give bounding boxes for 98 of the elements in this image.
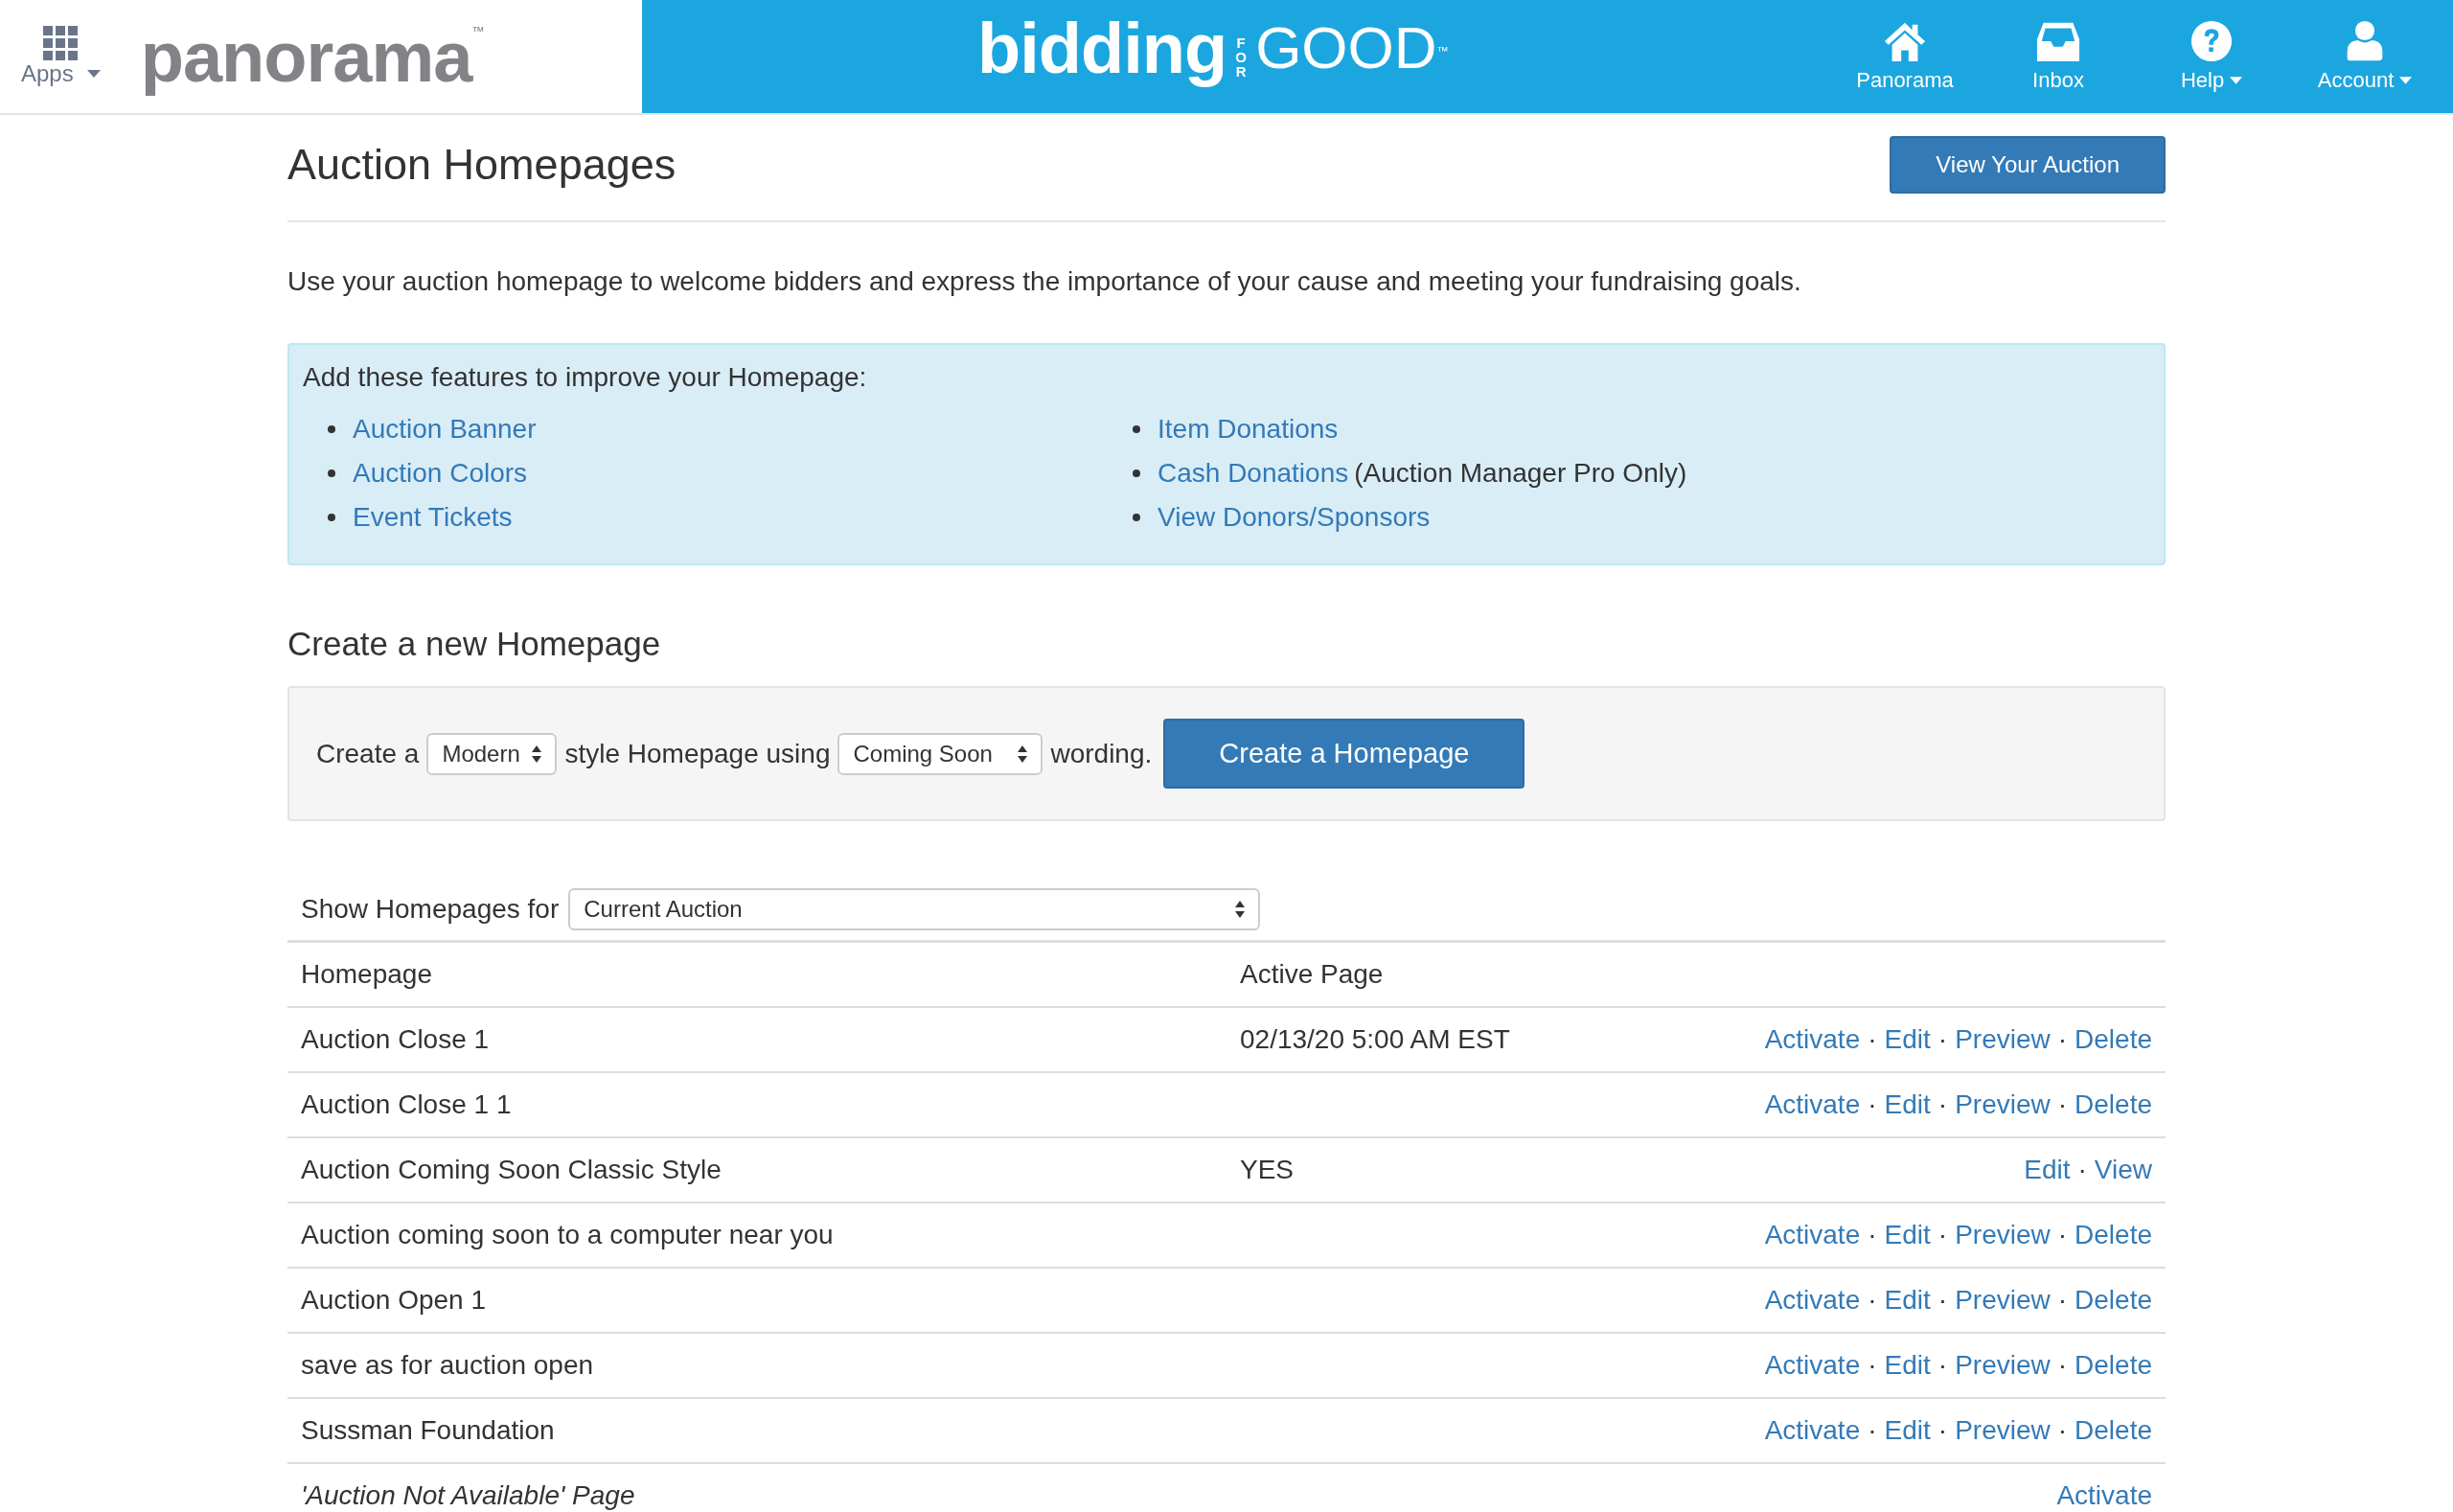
separator: · [2057,1024,2068,1055]
active-page-value: 02/13/20 5:00 AM EST [1240,1024,1511,1055]
features-heading: Add these features to improve your Homepage: [303,362,868,393]
action-link[interactable]: Activate [1764,1285,1861,1316]
feature-link[interactable]: Auction Colors [353,458,528,488]
action-link[interactable]: Delete [2075,1089,2152,1120]
up-down-arrows-icon [1235,901,1246,918]
action-link[interactable]: Preview [1955,1415,2051,1446]
action-link[interactable]: Edit [1884,1285,1931,1316]
panorama-logo: panorama$^{™}$ [140,15,484,98]
separator: · [1868,1350,1877,1381]
separator: · [1868,1024,1877,1055]
action-link[interactable]: Preview [1955,1285,2051,1316]
separator: · [1868,1089,1877,1120]
action-link[interactable]: Delete [2075,1350,2152,1381]
section-heading: Create a new Homepage [287,625,662,663]
action-link[interactable]: View [2094,1155,2152,1185]
homepage-name: Auction Coming Soon Classic Style [301,1155,722,1185]
feature-link[interactable]: Auction Banner [353,414,537,444]
nav-item[interactable]: Panorama [1828,20,1982,93]
help-icon [2189,20,2234,62]
separator: · [1937,1285,1948,1316]
intro-text: Use your auction homepage to welcome bidders and express the importance of your cause and meeting your fundraising goals. [287,266,1802,297]
page-title: Auction Homepages [287,140,676,190]
caret-icon [86,70,101,78]
homepage-name: 'Auction Not Available' Page [301,1480,636,1511]
homepage-name: save as for auction open [301,1350,595,1381]
action-link[interactable]: Edit [1884,1089,1931,1120]
action-link[interactable]: Preview [1955,1350,2051,1381]
separator: · [2057,1415,2068,1446]
bullet-icon [328,425,335,433]
homepage-name: Auction coming soon to a computer near you [301,1220,835,1250]
action-link[interactable]: Delete [2075,1285,2152,1316]
separator: · [1937,1024,1948,1055]
homepage-name: Sussman Foundation [301,1415,556,1446]
action-link[interactable]: Delete [2075,1220,2152,1250]
create-homepage-button[interactable]: Create a Homepage [1163,719,1525,789]
separator: · [1937,1220,1948,1250]
homepage-name: Auction Close 1 1 [301,1089,513,1120]
nav-item[interactable]: Account [2288,20,2442,93]
separator: · [1937,1415,1948,1446]
feature-link[interactable]: Cash Donations [1158,458,1349,488]
action-link[interactable]: Edit [1884,1415,1931,1446]
feature-note: (Auction Manager Pro Only) [1354,458,1687,489]
select-field[interactable]: Modern [426,732,558,775]
separator: · [2077,1155,2087,1185]
separator: · [2057,1220,2068,1250]
up-down-arrows-icon [1018,745,1028,763]
action-link[interactable]: Edit [1884,1024,1931,1055]
separator: · [1937,1350,1948,1381]
column-header: Homepage [301,959,433,990]
bullet-icon [1133,470,1140,477]
active-page-value: YES [1240,1155,1295,1185]
up-down-arrows-icon [532,745,542,763]
separator: · [1868,1285,1877,1316]
feature-link[interactable]: View Donors/Sponsors [1158,502,1431,532]
action-link[interactable]: Preview [1955,1220,2051,1250]
action-link[interactable]: Activate [1764,1024,1861,1055]
action-link[interactable]: Activate [1764,1415,1861,1446]
homepage-name: Auction Open 1 [301,1285,488,1316]
action-link[interactable]: Activate [1764,1220,1861,1250]
homepage-name: Auction Close 1 [301,1024,491,1055]
filter-label: Show Homepages for [301,894,560,925]
action-link[interactable]: Edit [1884,1220,1931,1250]
separator: · [2057,1285,2068,1316]
feature-link[interactable]: Item Donations [1158,414,1339,444]
nav-item[interactable]: Help [2135,20,2288,93]
inbox-tray-icon [2036,20,2080,62]
bullet-icon [328,514,335,521]
action-link[interactable]: Edit [1884,1350,1931,1381]
bullet-icon [1133,425,1140,433]
column-header: Active Page [1240,959,1385,990]
bullet-icon [328,470,335,477]
view-auction-button[interactable]: View Your Auction [1890,136,2166,194]
action-link[interactable]: Preview [1955,1089,2051,1120]
action-link[interactable]: Edit [2024,1155,2071,1185]
action-link[interactable]: Activate [1764,1089,1861,1120]
action-link[interactable]: Delete [2075,1024,2152,1055]
select-field[interactable]: Current Auction [568,888,1261,930]
select-field[interactable]: Coming Soon [837,732,1043,775]
create-label: Create a [316,738,420,769]
action-link[interactable]: Delete [2075,1415,2152,1446]
action-link[interactable]: Preview [1955,1024,2051,1055]
bullet-icon [1133,514,1140,521]
action-link[interactable]: Activate [2056,1480,2152,1511]
grid-icon [43,26,79,60]
action-link[interactable]: Activate [1764,1350,1861,1381]
feature-link[interactable]: Event Tickets [353,502,513,532]
separator: · [1868,1220,1877,1250]
create-label: style Homepage using [564,738,831,769]
separator: · [2057,1089,2068,1120]
separator: · [1868,1415,1877,1446]
separator: · [2057,1350,2068,1381]
create-label: wording. [1050,738,1153,769]
separator: · [1937,1089,1948,1120]
apps-menu-button[interactable]: Apps [21,26,101,87]
home-icon [1883,20,1927,62]
nav-item[interactable]: Inbox [1982,20,2135,93]
